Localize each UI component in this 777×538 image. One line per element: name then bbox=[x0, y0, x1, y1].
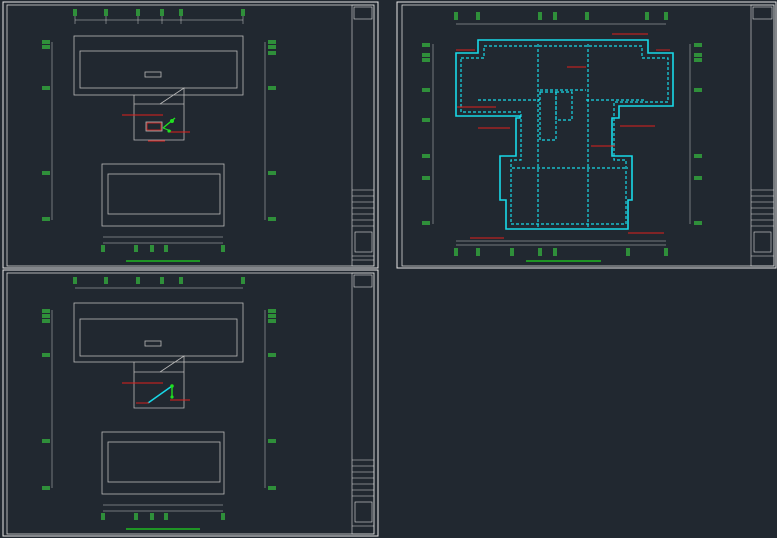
red-leader-lines bbox=[122, 114, 190, 142]
building-upper-block bbox=[73, 302, 244, 363]
building-lower-block bbox=[101, 163, 225, 227]
sheet-1[interactable] bbox=[2, 1, 379, 269]
highlighted-pipe-route bbox=[147, 384, 174, 404]
grid-bubble bbox=[160, 9, 164, 16]
dimension-line-left bbox=[422, 43, 434, 225]
dimension-line-right bbox=[264, 40, 276, 221]
title-block bbox=[351, 272, 375, 535]
title-block bbox=[351, 4, 375, 267]
building-upper-block bbox=[73, 35, 244, 96]
sheet-2[interactable] bbox=[396, 1, 777, 269]
title-block bbox=[750, 4, 775, 267]
grid-bubble bbox=[136, 9, 140, 16]
dimension-line-left bbox=[42, 309, 53, 490]
highlighted-building-outline bbox=[455, 39, 674, 230]
dimension-line-bottom bbox=[101, 236, 225, 252]
building-lower-block bbox=[101, 431, 225, 495]
dimension-line-bottom bbox=[101, 504, 225, 520]
dimension-line-top bbox=[73, 277, 245, 289]
grid-bubble bbox=[73, 9, 77, 16]
red-leader-lines bbox=[122, 382, 190, 404]
dimension-line-top bbox=[73, 9, 245, 24]
grid-bubble bbox=[179, 9, 183, 16]
sheet-3[interactable] bbox=[2, 269, 379, 537]
dimension-line-right bbox=[689, 43, 702, 225]
dimension-line-left bbox=[42, 40, 53, 221]
dimension-line-top bbox=[454, 12, 668, 25]
dimension-line-right bbox=[264, 309, 276, 490]
grid-bubble bbox=[241, 9, 245, 16]
cad-drawing-canvas bbox=[2, 1, 777, 537]
equipment-symbol-green bbox=[162, 117, 176, 133]
grid-bubble bbox=[104, 9, 108, 16]
red-leader-lines bbox=[456, 33, 670, 239]
dimension-line-bottom bbox=[454, 240, 668, 256]
